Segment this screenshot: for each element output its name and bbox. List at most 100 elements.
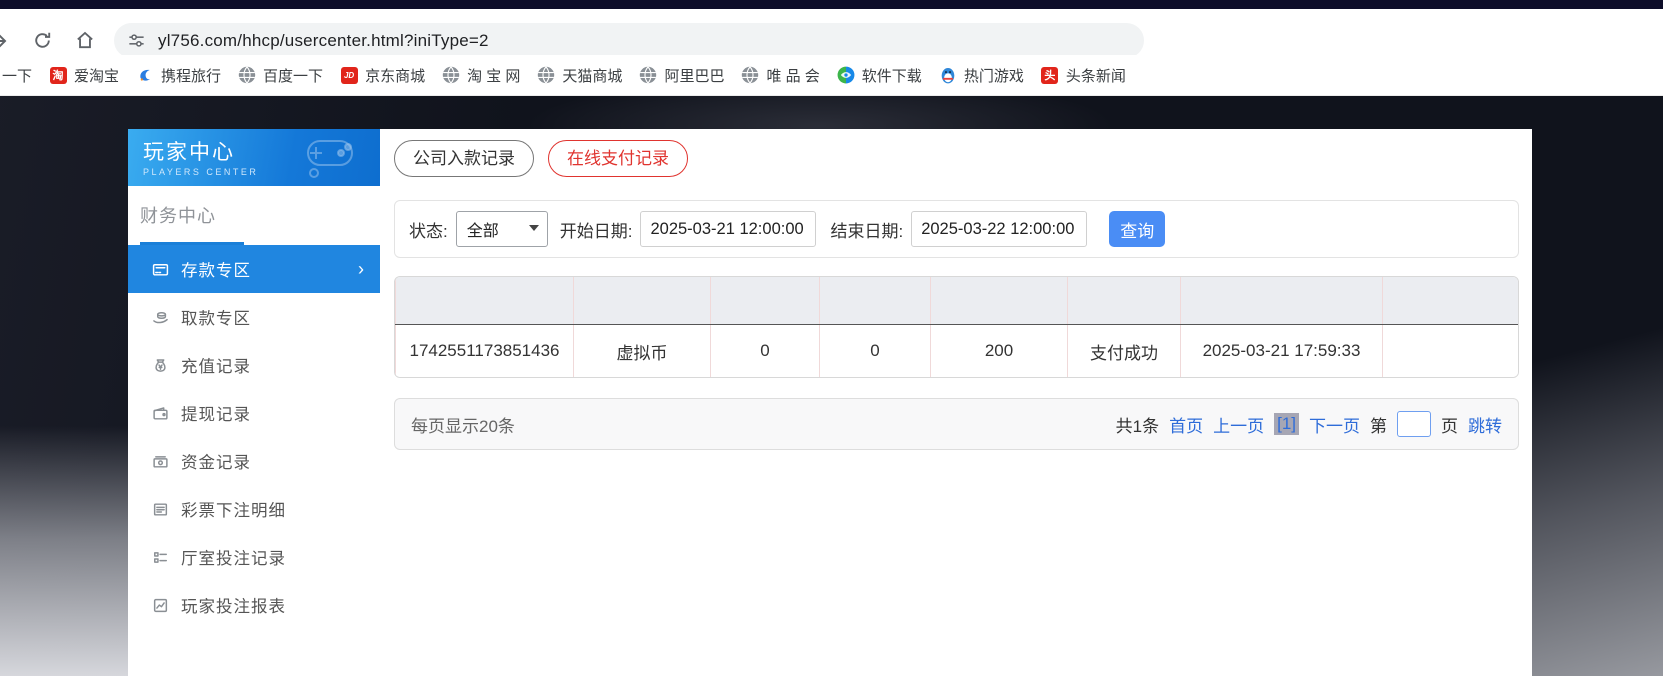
forward-icon[interactable] — [0, 29, 10, 53]
table-cell: 支付成功 — [1068, 325, 1181, 378]
sidebar-header: 玩家中心 PLAYERS CENTER — [128, 129, 380, 186]
records-table-wrap: 1742551173851436虚拟币00200支付成功2025-03-21 1… — [394, 276, 1519, 378]
sidebar-menu-item-label: 彩票下注明细 — [181, 497, 286, 521]
jump-page-input[interactable] — [1397, 411, 1431, 437]
wallet-icon — [152, 405, 169, 422]
content-card: 玩家中心 PLAYERS CENTER 财务中心 存款专区 › — [128, 129, 1532, 676]
status-select-value: 全部 — [467, 217, 499, 241]
bookmark-item[interactable]: 淘 宝 网 — [442, 65, 520, 86]
start-date-input[interactable] — [640, 211, 816, 247]
toutiao-icon: 头 — [1041, 66, 1059, 84]
record-tab[interactable]: 在线支付记录 — [548, 140, 688, 177]
table-header-cell — [1181, 277, 1383, 325]
sidebar-section-label: 财务中心 — [140, 202, 364, 228]
sidebar-menu-item-label: 厅室投注记录 — [181, 545, 286, 569]
table-cell: 200 — [931, 325, 1068, 378]
ctrip-icon — [136, 66, 154, 84]
sidebar-menu-item[interactable]: 提现记录 — [128, 389, 380, 437]
bookmark-item[interactable]: 唯 品 会 — [741, 65, 819, 86]
status-label: 状态: — [409, 217, 448, 242]
home-icon[interactable] — [73, 28, 97, 52]
bookmark-item[interactable]: 携程旅行 — [136, 65, 221, 86]
table-header-row — [396, 277, 1519, 325]
bookmark-item[interactable]: 天猫商城 — [537, 65, 622, 86]
bookmark-item[interactable]: 阿里巴巴 — [639, 65, 724, 86]
record-tab[interactable]: 公司入款记录 — [394, 140, 534, 177]
filter-bar: 状态: 全部 开始日期: 结束日期: 查询 — [394, 200, 1519, 258]
sidebar-menu-item[interactable]: 厅室投注记录 — [128, 533, 380, 581]
bookmark-label: 天猫商城 — [562, 65, 622, 86]
jd-icon: JD — [340, 66, 358, 84]
bookmark-item[interactable]: 百度一下 — [238, 65, 323, 86]
bookmark-item[interactable]: 头 头条新闻 — [1041, 65, 1126, 86]
bookmark-item[interactable]: JD 京东商城 — [340, 65, 425, 86]
globe-icon — [741, 66, 759, 84]
sidebar-menu-item[interactable]: 资金记录 — [128, 437, 380, 485]
main-panel: 公司入款记录 在线支付记录 状态: 全部 开始日期: 结束日期: 查询 — [380, 129, 1543, 676]
bookmark-label: 唯 品 会 — [766, 65, 819, 86]
money-bag-icon — [152, 357, 169, 374]
sidebar-menu-item-label: 充值记录 — [181, 353, 251, 377]
bookmark-item[interactable]: 一下 — [2, 65, 32, 86]
table-header-cell — [574, 277, 711, 325]
globe-icon — [639, 66, 657, 84]
bookmark-item[interactable]: 淘 爱淘宝 — [49, 65, 119, 86]
table-body: 1742551173851436虚拟币00200支付成功2025-03-21 1… — [396, 325, 1519, 378]
chevron-down-icon — [529, 225, 539, 231]
bookmark-label: 阿里巴巴 — [664, 65, 724, 86]
bank-card-icon — [152, 261, 169, 278]
table-header-cell — [396, 277, 574, 325]
pagination-controls: 共1条 首页 上一页 [1] 下一页 第 页 跳转 — [1116, 411, 1502, 437]
table-header-cell — [820, 277, 931, 325]
table-cell: 1742551173851436 — [396, 325, 574, 378]
table-header-cell — [931, 277, 1068, 325]
sidebar-menu-item-label: 存款专区 — [181, 257, 251, 281]
records-table: 1742551173851436虚拟币00200支付成功2025-03-21 1… — [395, 277, 1519, 377]
sidebar-menu-item-label: 取款专区 — [181, 305, 251, 329]
table-cell — [1383, 325, 1519, 378]
first-page-link[interactable]: 首页 — [1169, 412, 1203, 437]
hand-coin-icon — [152, 309, 169, 326]
site-settings-icon[interactable] — [124, 29, 148, 53]
end-date-input[interactable] — [911, 211, 1087, 247]
software-icon — [837, 66, 855, 84]
sidebar-menu-item[interactable]: 玩家投注报表 — [128, 581, 380, 629]
bookmark-label: 携程旅行 — [161, 65, 221, 86]
sidebar-menu-item[interactable]: 存款专区 › — [128, 245, 380, 293]
url-bar[interactable]: yl756.com/hhcp/usercenter.html?iniType=2 — [114, 23, 1144, 58]
bookmark-item[interactable]: 热门游戏 — [939, 65, 1024, 86]
url-text[interactable]: yl756.com/hhcp/usercenter.html?iniType=2 — [158, 31, 489, 51]
globe-icon — [238, 66, 256, 84]
sidebar-menu: 存款专区 › 取款专区 充值记录 — [128, 245, 380, 629]
prev-page-link[interactable]: 上一页 — [1213, 412, 1264, 437]
table-cell: 0 — [711, 325, 820, 378]
bookmark-item[interactable]: 软件下载 — [837, 65, 922, 86]
background-light-wedge-right — [1532, 246, 1663, 676]
table-cell: 2025-03-21 17:59:33 — [1181, 325, 1383, 378]
sidebar-menu-item-label: 提现记录 — [181, 401, 251, 425]
bookmark-label: 百度一下 — [263, 65, 323, 86]
reload-icon[interactable] — [30, 28, 54, 52]
bookmark-label: 一下 — [2, 65, 32, 86]
jump-prefix-label: 第 — [1370, 412, 1387, 437]
search-button[interactable]: 查询 — [1109, 211, 1165, 247]
next-page-link[interactable]: 下一页 — [1309, 412, 1360, 437]
globe-icon — [537, 66, 555, 84]
sidebar: 玩家中心 PLAYERS CENTER 财务中心 存款专区 › — [128, 129, 380, 676]
jump-button[interactable]: 跳转 — [1468, 412, 1502, 437]
status-select[interactable]: 全部 — [456, 211, 548, 247]
end-date-label: 结束日期: — [830, 217, 903, 242]
receipt-icon — [152, 501, 169, 518]
globe-icon — [442, 66, 460, 84]
taobao-icon: 淘 — [49, 66, 67, 84]
record-tabs: 公司入款记录 在线支付记录 — [394, 140, 1519, 177]
table-row[interactable]: 1742551173851436虚拟币00200支付成功2025-03-21 1… — [396, 325, 1519, 378]
pagination-bar: 每页显示20条 共1条 首页 上一页 [1] 下一页 第 页 跳转 — [394, 398, 1519, 450]
chart-icon — [152, 597, 169, 614]
jump-suffix-label: 页 — [1441, 412, 1458, 437]
sidebar-menu-item[interactable]: 彩票下注明细 — [128, 485, 380, 533]
sidebar-menu-item[interactable]: 取款专区 — [128, 293, 380, 341]
background-light-wedge-left — [0, 426, 128, 676]
start-date-label: 开始日期: — [560, 217, 633, 242]
sidebar-menu-item[interactable]: 充值记录 — [128, 341, 380, 389]
